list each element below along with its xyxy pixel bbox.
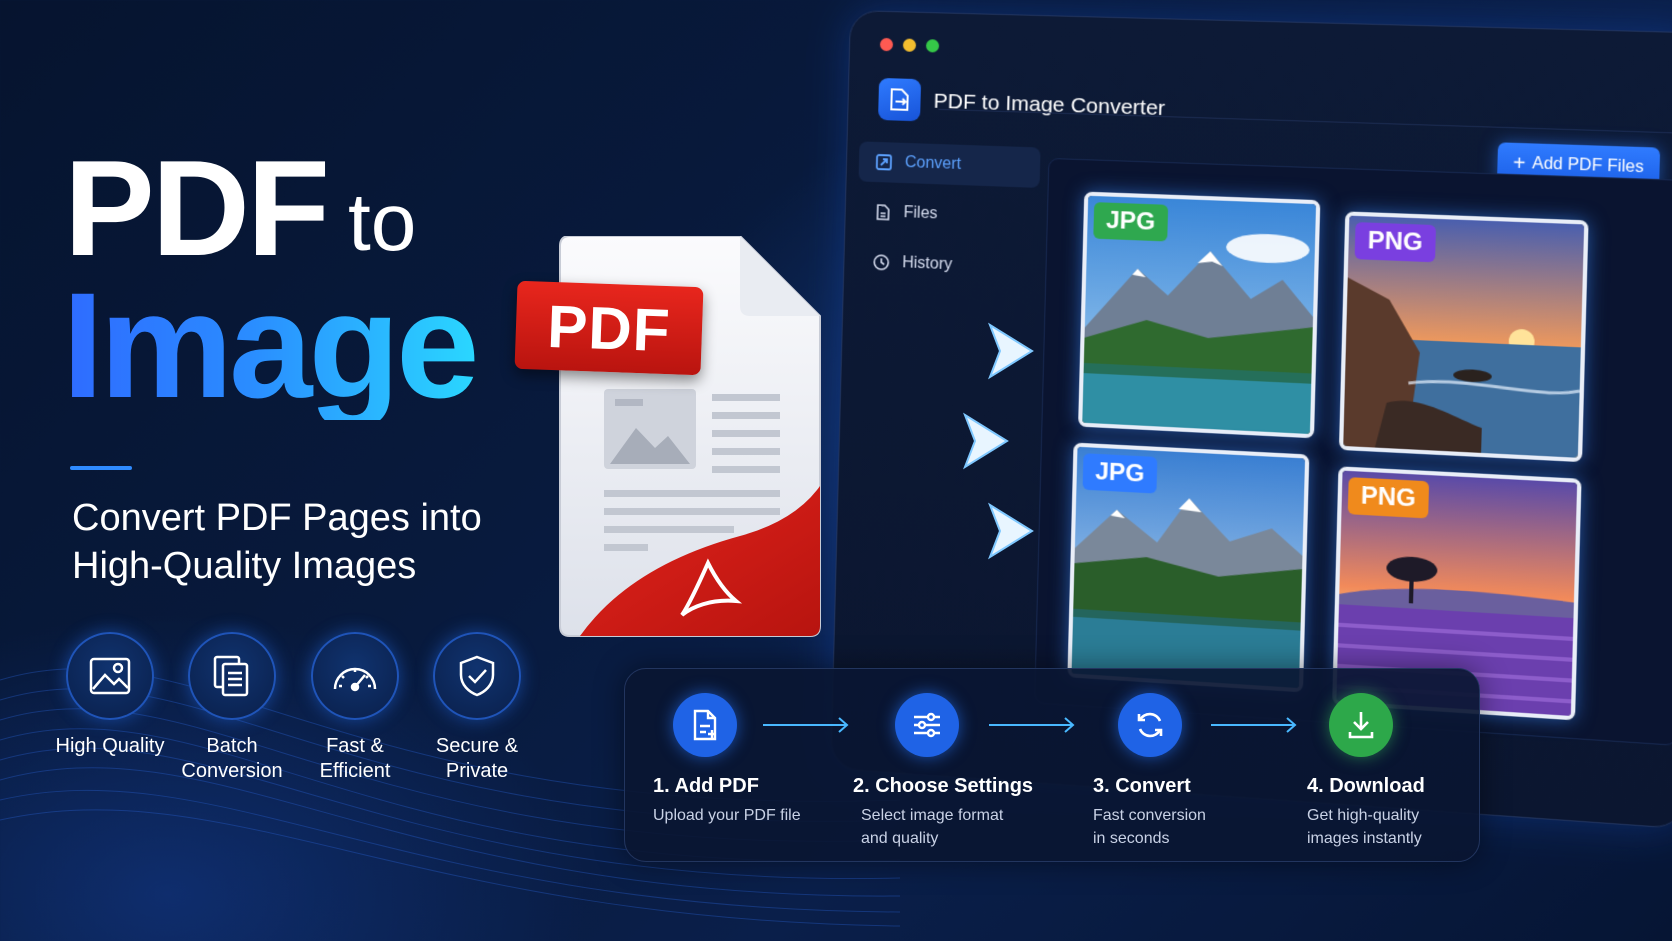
- refresh-icon: [1137, 712, 1163, 738]
- feature-fast-efficient: Fast & Efficient: [290, 632, 420, 784]
- speedometer-icon: [333, 667, 377, 692]
- app-logo: [878, 77, 922, 122]
- step-arrow: [1211, 717, 1297, 733]
- format-badge: PNG: [1354, 222, 1437, 263]
- feature-label: High Quality: [55, 735, 165, 757]
- pdf-badge: PDF: [514, 280, 704, 376]
- pdf-badge-label: PDF: [546, 292, 672, 364]
- feature-secure-private: Secure & Private: [412, 632, 542, 784]
- sidebar-item-convert[interactable]: Convert: [858, 141, 1041, 188]
- step-description: Get high-quality images instantly: [1307, 807, 1422, 847]
- step-description: Fast conversion in seconds: [1093, 807, 1206, 847]
- sidebar-item-label: Convert: [904, 153, 962, 174]
- file-icon: [873, 203, 891, 222]
- steps-panel: 1. Add PDF Upload your PDF file 2. Choos…: [624, 668, 1480, 862]
- add-pdf-files-label: Add PDF Files: [1531, 154, 1644, 177]
- close-dot[interactable]: [879, 37, 894, 52]
- step-description: Select image format and quality: [861, 807, 1004, 847]
- convert-icon: [875, 153, 893, 172]
- format-badge: JPG: [1093, 202, 1169, 242]
- step-arrow: [989, 717, 1075, 733]
- sliders-icon: [914, 712, 940, 738]
- titlebar-divider: [938, 108, 1672, 135]
- sidebar-item-history[interactable]: History: [856, 241, 1038, 289]
- maximize-dot[interactable]: [925, 39, 940, 53]
- window-controls: [879, 37, 940, 53]
- step-add-pdf: 1. Add PDF Upload your PDF file: [653, 693, 853, 827]
- hero-title-pdf: PDF: [64, 132, 330, 284]
- hero-divider: [70, 466, 132, 470]
- feature-high-quality: High Quality: [45, 632, 175, 759]
- feature-label: Fast & Efficient: [319, 735, 391, 782]
- add-document-icon: [693, 709, 717, 741]
- image-icon: [89, 657, 131, 695]
- hero-subtitle: Convert PDF Pages into High-Quality Imag…: [72, 497, 482, 587]
- sidebar-item-label: History: [902, 254, 953, 274]
- sidebar-item-files[interactable]: Files: [857, 191, 1039, 238]
- download-icon: [1348, 712, 1374, 739]
- sidebar-nav: Convert Files History: [856, 141, 1041, 299]
- hero-title-image: Image: [62, 261, 480, 429]
- feature-label: Batch Conversion: [181, 735, 283, 782]
- hero-title-to: to: [348, 177, 417, 268]
- minimize-dot[interactable]: [902, 38, 917, 52]
- step-description: Upload your PDF file: [653, 807, 801, 824]
- step-title: 2. Choose Settings: [853, 775, 1034, 797]
- pdf-document-illustration: PDF: [514, 235, 880, 676]
- image-card-png-1[interactable]: PNG: [1338, 211, 1589, 463]
- shield-check-icon: [459, 655, 495, 697]
- format-badge: PNG: [1347, 477, 1430, 519]
- documents-icon: [213, 655, 249, 697]
- feature-label: Secure & Private: [435, 735, 519, 782]
- step-title: 3. Convert: [1093, 775, 1191, 797]
- step-arrow: [763, 717, 849, 733]
- app-title: PDF to Image Converter: [933, 89, 1166, 121]
- plus-icon: +: [1512, 152, 1526, 176]
- conversion-arrows: [860, 322, 1034, 560]
- step-title: 1. Add PDF: [653, 775, 759, 797]
- step-title: 4. Download: [1307, 775, 1425, 797]
- feature-batch-conversion: Batch Conversion: [167, 632, 297, 784]
- pdf-convert-icon: [886, 86, 913, 113]
- sidebar-item-label: Files: [903, 204, 938, 223]
- step-download: 4. Download Get high-quality images inst…: [1307, 693, 1507, 850]
